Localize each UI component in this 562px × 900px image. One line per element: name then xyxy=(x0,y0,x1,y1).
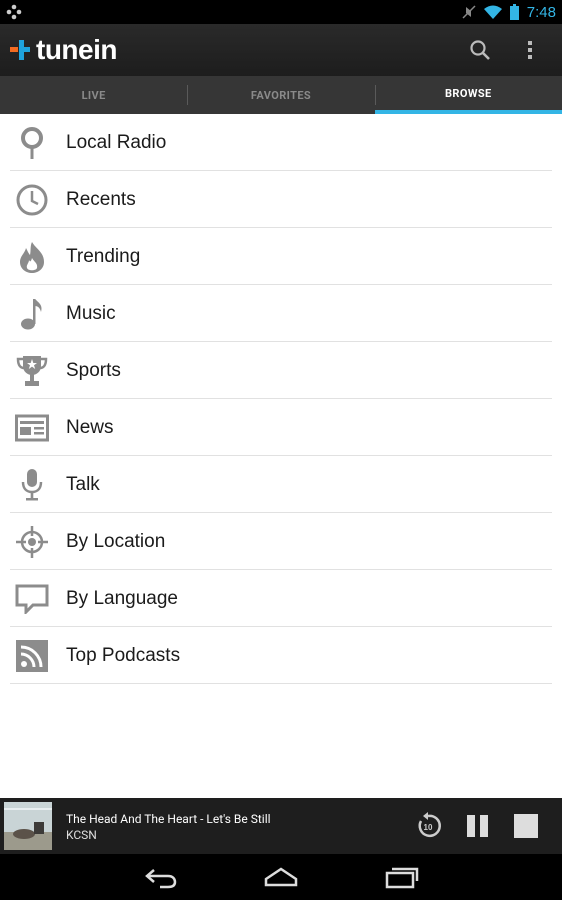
list-item-label: Talk xyxy=(66,473,100,495)
wifi-icon xyxy=(483,5,502,19)
stop-icon[interactable] xyxy=(512,812,540,840)
trophy-icon xyxy=(16,355,48,386)
list-item-news[interactable]: News xyxy=(0,399,562,456)
battery-icon xyxy=(509,4,519,20)
list-item-top-podcasts[interactable]: Top Podcasts xyxy=(0,627,562,684)
svg-text:10: 10 xyxy=(424,823,433,832)
speech-bubble-icon xyxy=(15,584,49,614)
rewind-10-icon[interactable]: 10 xyxy=(414,812,442,840)
list-item-trending[interactable]: Trending xyxy=(0,228,562,285)
now-playing-title: The Head And The Heart - Let's Be Still xyxy=(66,812,271,826)
list-item-music[interactable]: Music xyxy=(0,285,562,342)
now-playing-station: KCSN xyxy=(66,828,97,842)
tab-live[interactable]: LIVE xyxy=(0,76,187,114)
list-item-local-radio[interactable]: Local Radio xyxy=(0,114,562,171)
album-art[interactable] xyxy=(4,802,52,850)
list-item-label: By Location xyxy=(66,530,166,552)
status-time: 7:48 xyxy=(526,3,556,21)
compass-icon xyxy=(16,525,48,558)
list-item-talk[interactable]: Talk xyxy=(0,456,562,513)
flame-icon xyxy=(20,241,44,273)
tunein-logo-icon xyxy=(10,40,30,60)
list-item-label: Trending xyxy=(66,245,141,267)
tab-bar: LIVE FAVORITES BROWSE xyxy=(0,76,562,114)
list-item-label: Sports xyxy=(66,359,121,381)
navigation-bar xyxy=(0,854,562,900)
pause-icon[interactable] xyxy=(464,812,492,840)
list-item-by-location[interactable]: By Location xyxy=(0,513,562,570)
back-icon[interactable] xyxy=(144,864,178,890)
tab-browse[interactable]: BROWSE xyxy=(374,76,562,114)
music-note-icon xyxy=(21,298,42,329)
overflow-menu-icon[interactable] xyxy=(518,38,542,62)
list-item-label: By Language xyxy=(66,587,178,609)
list-item-label: Music xyxy=(66,302,116,324)
list-item-label: Top Podcasts xyxy=(66,644,181,666)
list-item-by-language[interactable]: By Language xyxy=(0,570,562,627)
tab-favorites[interactable]: FAVORITES xyxy=(187,76,374,114)
newspaper-icon xyxy=(15,414,49,441)
app-name: tunein xyxy=(36,34,118,65)
notification-icon xyxy=(6,4,22,20)
recents-icon[interactable] xyxy=(385,864,419,890)
action-bar: tunein xyxy=(0,24,562,76)
list-item-sports[interactable]: Sports xyxy=(0,342,562,399)
microphone-icon xyxy=(21,468,43,500)
list-item-label: Local Radio xyxy=(66,131,167,153)
now-playing-bar[interactable]: The Head And The Heart - Let's Be Still … xyxy=(0,798,562,854)
list-item-recents[interactable]: Recents xyxy=(0,171,562,228)
clock-icon xyxy=(16,184,48,215)
location-pin-icon xyxy=(21,126,43,159)
search-icon[interactable] xyxy=(468,38,492,62)
list-item-label: News xyxy=(66,416,114,438)
mute-icon xyxy=(462,5,476,19)
rss-icon xyxy=(16,639,48,672)
list-item-label: Recents xyxy=(66,188,136,210)
tunein-logo[interactable]: tunein xyxy=(10,34,118,66)
home-icon[interactable] xyxy=(264,864,298,890)
status-bar: 7:48 xyxy=(0,0,562,24)
browse-list: Local Radio Recents Trending Music Sport… xyxy=(0,114,562,684)
